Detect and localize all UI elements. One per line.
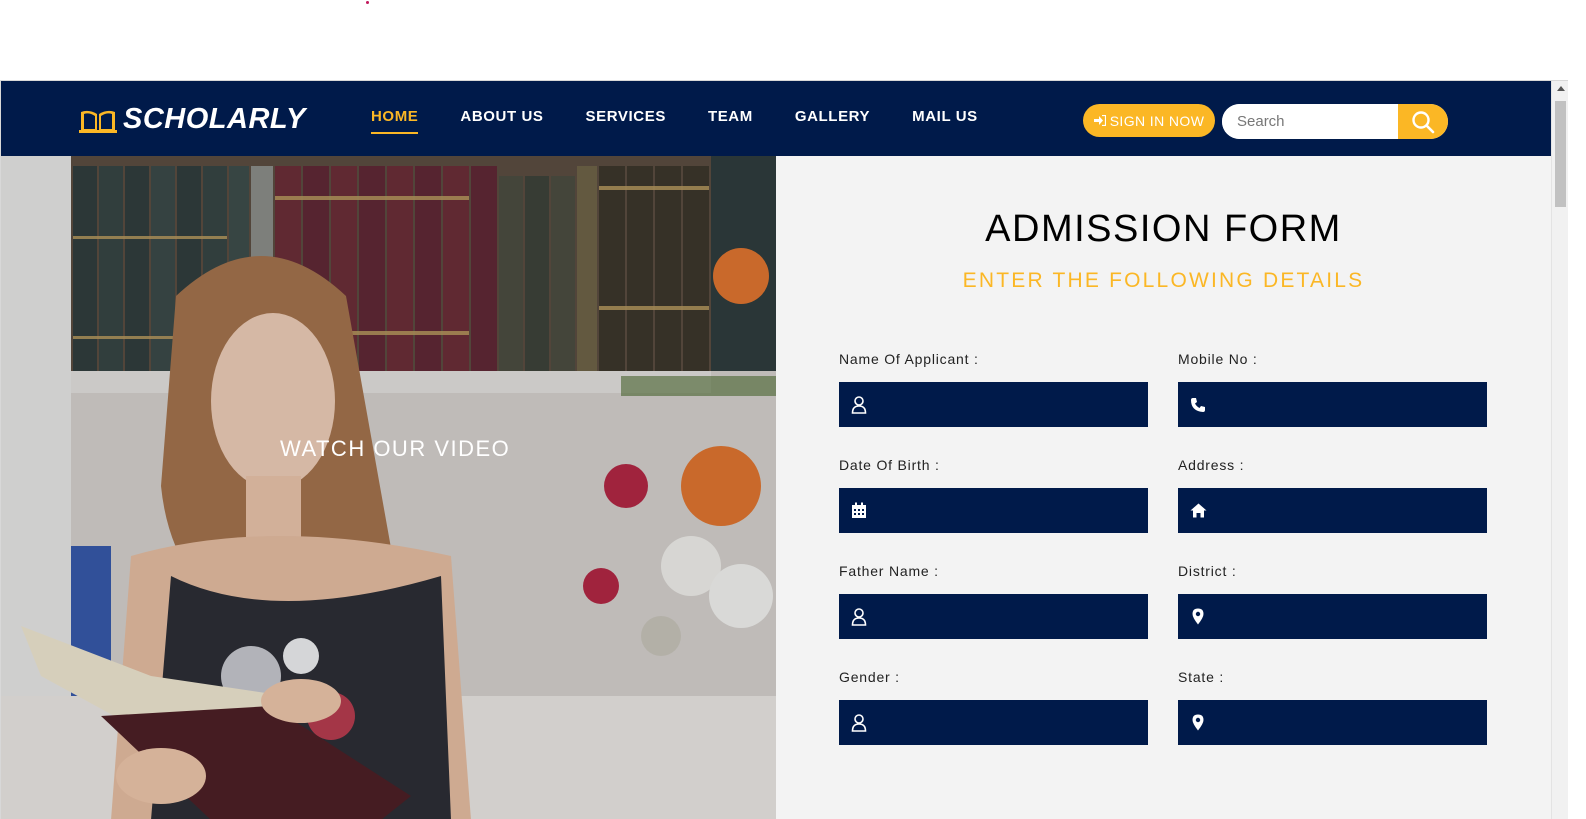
user-icon <box>839 607 879 626</box>
decorative-dot <box>366 1 369 4</box>
mobile-no-label: Mobile No : <box>1178 351 1258 367</box>
page: SCHOLARLY HOME ABOUT US SERVICES TEAM GA… <box>0 0 1586 819</box>
hero-image: WATCH OUR VIDEO <box>1 156 776 819</box>
sign-in-button[interactable]: SIGN IN NOW <box>1083 104 1215 137</box>
open-book-icon <box>79 110 117 133</box>
father-name-field <box>839 594 1148 639</box>
site-frame: SCHOLARLY HOME ABOUT US SERVICES TEAM GA… <box>0 80 1568 819</box>
mobile-no-field <box>1178 382 1487 427</box>
gender-input[interactable] <box>879 700 1148 745</box>
father-name-label: Father Name : <box>839 563 939 579</box>
main-nav: HOME ABOUT US SERVICES TEAM GALLERY MAIL… <box>371 108 1020 134</box>
address-input[interactable] <box>1218 488 1487 533</box>
gender-label: Gender : <box>839 669 900 685</box>
district-input[interactable] <box>1218 594 1487 639</box>
mobile-no-input[interactable] <box>1218 382 1487 427</box>
state-input[interactable] <box>1218 700 1487 745</box>
dob-label: Date Of Birth : <box>839 457 940 473</box>
address-field <box>1178 488 1487 533</box>
site-header: SCHOLARLY HOME ABOUT US SERVICES TEAM GA… <box>1 81 1551 156</box>
sign-in-icon <box>1093 115 1106 126</box>
applicant-name-field <box>839 382 1148 427</box>
applicant-name-input[interactable] <box>879 382 1148 427</box>
map-marker-icon <box>1178 714 1218 731</box>
gender-field <box>839 700 1148 745</box>
admission-form-panel: ADMISSION FORM ENTER THE FOLLOWING DETAI… <box>776 156 1551 819</box>
search-input[interactable] <box>1222 104 1398 139</box>
search-box <box>1222 104 1448 139</box>
nav-mail-us[interactable]: MAIL US <box>912 108 978 134</box>
nav-services[interactable]: SERVICES <box>586 108 666 134</box>
applicant-name-label: Name Of Applicant : <box>839 351 979 367</box>
scroll-thumb[interactable] <box>1555 101 1566 207</box>
district-label: District : <box>1178 563 1237 579</box>
search-button[interactable] <box>1398 104 1448 139</box>
scroll-up-arrow-icon[interactable] <box>1557 86 1565 91</box>
nav-gallery[interactable]: GALLERY <box>795 108 870 134</box>
reading-woman-photo <box>1 156 776 819</box>
father-name-input[interactable] <box>879 594 1148 639</box>
user-icon <box>839 713 879 732</box>
calendar-icon <box>839 502 879 519</box>
phone-icon <box>1178 397 1218 413</box>
district-field <box>1178 594 1487 639</box>
state-field <box>1178 700 1487 745</box>
form-subtitle: ENTER THE FOLLOWING DETAILS <box>962 269 1365 292</box>
nav-home[interactable]: HOME <box>371 108 419 134</box>
sign-in-label: SIGN IN NOW <box>1109 112 1205 129</box>
nav-team[interactable]: TEAM <box>708 108 753 134</box>
dob-field <box>839 488 1148 533</box>
logo-text: SCHOLARLY <box>123 103 306 135</box>
address-label: Address : <box>1178 457 1245 473</box>
home-icon <box>1178 503 1218 518</box>
nav-about-us[interactable]: ABOUT US <box>460 108 543 134</box>
user-icon <box>839 395 879 414</box>
map-marker-icon <box>1178 608 1218 625</box>
state-label: State : <box>1178 669 1225 685</box>
search-icon <box>1412 110 1435 133</box>
form-title: ADMISSION FORM <box>985 208 1342 250</box>
watch-video-link[interactable]: WATCH OUR VIDEO <box>280 436 510 462</box>
vertical-scrollbar[interactable] <box>1551 81 1568 819</box>
dob-input[interactable] <box>879 488 1148 533</box>
logo[interactable]: SCHOLARLY <box>79 103 306 136</box>
